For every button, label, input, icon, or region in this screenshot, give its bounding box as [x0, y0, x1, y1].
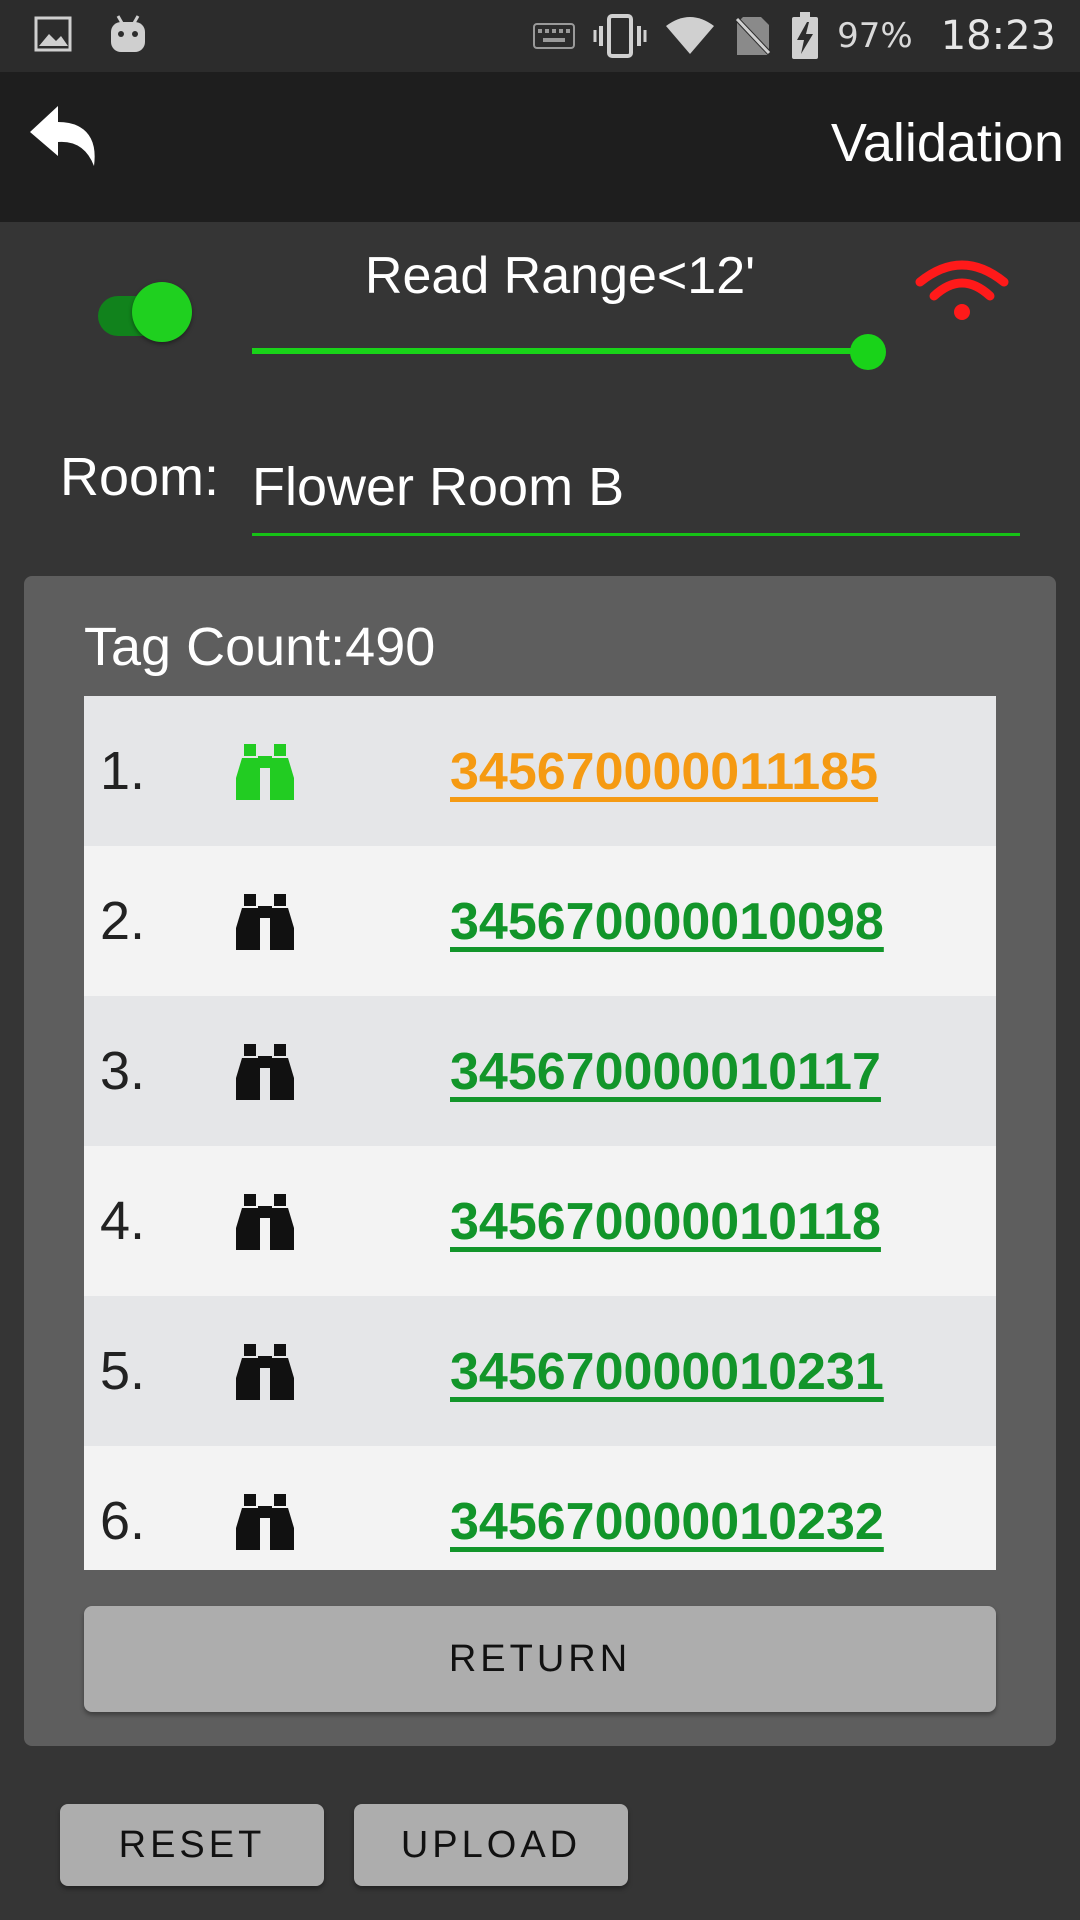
row-number: 1.	[100, 741, 146, 801]
tag-id-link[interactable]: 345670000011185	[450, 742, 878, 802]
tag-count: Tag Count:490	[84, 616, 435, 678]
battery-charging-icon	[792, 12, 819, 59]
image-icon	[34, 16, 72, 52]
row-number: 6.	[100, 1491, 146, 1551]
row-number: 5.	[100, 1341, 146, 1401]
slider-thumb[interactable]	[850, 334, 886, 370]
read-range-slider[interactable]	[252, 330, 888, 374]
upload-button[interactable]: UPLOAD	[354, 1804, 628, 1886]
list-item[interactable]: 6. 345670000010232	[84, 1446, 996, 1570]
keyboard-icon	[533, 23, 576, 49]
list-item[interactable]: 5. 345670000010231	[84, 1296, 996, 1446]
status-bar: 97% 18:23	[0, 0, 1080, 72]
list-item[interactable]: 1. 345670000011185	[84, 696, 996, 846]
tag-id-link[interactable]: 345670000010117	[450, 1042, 881, 1102]
binoculars-icon[interactable]	[234, 744, 296, 800]
tag-count-value: 490	[345, 617, 436, 677]
app-bar: Validation	[0, 72, 1080, 222]
tag-id-link[interactable]: 345670000010098	[450, 892, 884, 952]
toggle-thumb	[132, 282, 192, 342]
binoculars-icon[interactable]	[234, 1494, 296, 1550]
vibrate-icon	[593, 14, 647, 58]
list-item[interactable]: 2. 345670000010098	[84, 846, 996, 996]
row-number: 3.	[100, 1041, 146, 1101]
return-button[interactable]: RETURN	[84, 1606, 996, 1712]
wifi-icon	[915, 260, 1009, 320]
tag-id-link[interactable]: 345670000010231	[450, 1342, 884, 1402]
list-item[interactable]: 4. 345670000010118	[84, 1146, 996, 1296]
binoculars-icon[interactable]	[234, 1344, 296, 1400]
android-icon	[111, 15, 145, 52]
row-number: 2.	[100, 891, 146, 951]
wifi-signal-icon	[666, 17, 715, 54]
read-toggle-switch[interactable]	[98, 282, 194, 344]
tag-count-label: Tag Count:	[84, 617, 346, 677]
page-title: Validation	[830, 113, 1064, 173]
tag-list[interactable]: 1. 345670000011185 2. 345670000010098 3.…	[84, 696, 996, 1570]
status-time: 18:23	[940, 13, 1056, 59]
back-arrow-icon	[30, 106, 95, 166]
binoculars-icon[interactable]	[234, 894, 296, 950]
binoculars-icon[interactable]	[234, 1044, 296, 1100]
row-number: 4.	[100, 1191, 146, 1251]
tag-panel: Tag Count:490 1. 345670000011185 2. 3456…	[24, 576, 1056, 1746]
reset-button[interactable]: RESET	[60, 1804, 324, 1886]
room-label: Room:	[60, 447, 220, 507]
no-sim-icon	[733, 15, 773, 57]
binoculars-icon[interactable]	[234, 1194, 296, 1250]
tag-id-link[interactable]: 345670000010232	[450, 1492, 884, 1552]
tag-id-link[interactable]: 345670000010118	[450, 1192, 881, 1252]
back-button[interactable]	[26, 100, 106, 180]
battery-percent: 97%	[837, 16, 913, 56]
room-input[interactable]	[252, 440, 1020, 536]
slider-track	[252, 348, 868, 354]
read-range-label: Read Range<12'	[364, 247, 756, 305]
list-item[interactable]: 3. 345670000010117	[84, 996, 996, 1146]
